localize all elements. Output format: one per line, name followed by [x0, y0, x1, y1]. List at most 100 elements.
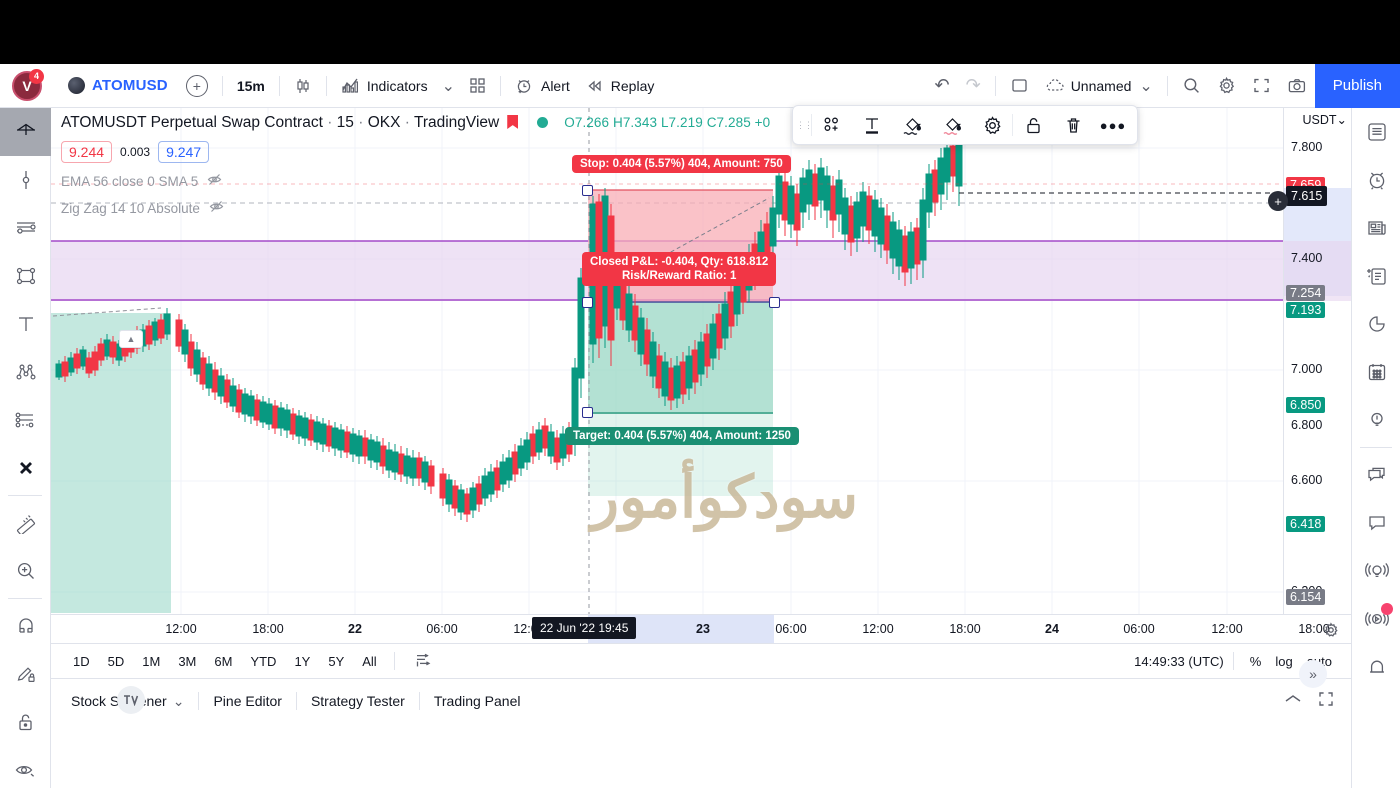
candles-icon	[294, 77, 312, 95]
range-button-3m[interactable]: 3M	[170, 650, 204, 673]
hotlist-icon[interactable]	[1352, 300, 1400, 348]
alerts-icon[interactable]	[1352, 156, 1400, 204]
alert-button[interactable]: Alert	[507, 70, 578, 102]
indicator-row-zigzag[interactable]: Zig Zag 14 10 Absolute	[61, 199, 770, 217]
ask-price[interactable]: 9.247	[158, 141, 210, 163]
rectangle-tool[interactable]	[0, 252, 51, 300]
indicators-dropdown[interactable]: ⌄	[436, 70, 461, 102]
measure-tool[interactable]	[0, 499, 51, 547]
drawing-mode-tool[interactable]	[0, 650, 51, 698]
range-button-1m[interactable]: 1M	[134, 650, 168, 673]
expand-panel-button[interactable]	[1317, 690, 1335, 713]
prediction-icon	[15, 412, 33, 428]
lock-drawings-tool[interactable]	[0, 698, 51, 746]
cross-line-tool[interactable]	[0, 108, 51, 156]
indicators-button[interactable]: Indicators	[333, 70, 436, 102]
range-button-1y[interactable]: 1Y	[286, 650, 318, 673]
range-button-all[interactable]: All	[354, 650, 384, 673]
entry-handle-right[interactable]	[769, 297, 780, 308]
remove-tool[interactable]	[0, 444, 51, 492]
collapse-panel-button[interactable]	[1283, 692, 1303, 711]
watchlist-icon[interactable]	[1352, 108, 1400, 156]
legend-title[interactable]: ATOMUSDT Perpetual Swap Contract · 15 · …	[61, 114, 770, 132]
redo-button[interactable]: ↷	[958, 70, 989, 102]
rail-divider	[8, 495, 42, 496]
entry-handle-left[interactable]	[582, 297, 593, 308]
add-object-icon[interactable]	[812, 106, 852, 144]
time-axis[interactable]: 12:00 18:00 22 06:00 12:00 23 06:00 12:0…	[51, 614, 1351, 644]
text-style-icon[interactable]	[852, 106, 892, 144]
target-handle[interactable]	[582, 407, 593, 418]
stop-handle[interactable]	[582, 185, 593, 196]
percent-scale-button[interactable]: %	[1243, 650, 1269, 673]
floating-drawing-toolbar[interactable]: ⋮⋮ ●●●	[792, 105, 1138, 145]
timeframe-button[interactable]: 15m	[229, 70, 273, 102]
chat-icon[interactable]	[1352, 451, 1400, 499]
pattern-tool[interactable]	[0, 348, 51, 396]
more-options-icon[interactable]: ●●●	[1093, 106, 1133, 144]
private-chat-icon[interactable]	[1352, 499, 1400, 547]
news-icon[interactable]	[1352, 204, 1400, 252]
gear-icon[interactable]	[972, 106, 1012, 144]
range-button-5y[interactable]: 5Y	[320, 650, 352, 673]
bid-price[interactable]: 9.244	[61, 141, 113, 163]
target-label[interactable]: Target: 0.404 (5.57%) 404, Amount: 1250	[565, 427, 799, 445]
fill-color-light-icon[interactable]	[932, 106, 972, 144]
goto-date-button[interactable]	[406, 647, 440, 675]
indicator-row-ema[interactable]: EMA 56 close 0 SMA 5	[61, 172, 770, 190]
eye-off-icon[interactable]	[209, 199, 224, 217]
expand-panel-button[interactable]: »	[1299, 660, 1327, 688]
trash-icon[interactable]	[1053, 106, 1093, 144]
closed-pl-label[interactable]: Closed P&L: -0.404, Qty: 618.812 Risk/Re…	[582, 252, 777, 286]
magnet-tool[interactable]	[0, 602, 51, 650]
layout-select-button[interactable]	[1002, 70, 1037, 102]
log-scale-button[interactable]: log	[1268, 650, 1299, 673]
time-axis-settings-button[interactable]	[1323, 622, 1339, 643]
add-alert-button[interactable]: +	[1268, 191, 1288, 211]
camera-icon	[1287, 77, 1307, 95]
chart-pane[interactable]: سودكوأمور Stop: 0.404 (5.57%) 404, Amoun…	[51, 108, 1351, 788]
text-tool[interactable]	[0, 300, 51, 348]
undo-button[interactable]: ↶	[927, 70, 958, 102]
tab-pine-editor[interactable]: Pine Editor	[199, 679, 295, 723]
indicator-ema-label: EMA 56 close 0 SMA 5	[61, 173, 199, 189]
range-button-1d[interactable]: 1D	[65, 650, 98, 673]
unlock-icon[interactable]	[1013, 106, 1053, 144]
ideas-icon[interactable]	[1352, 396, 1400, 444]
fill-color-dark-icon[interactable]	[892, 106, 932, 144]
trend-line-tool[interactable]	[0, 156, 51, 204]
range-button-6m[interactable]: 6M	[206, 650, 240, 673]
snapshot-button[interactable]	[1279, 70, 1315, 102]
legend-collapse-button[interactable]: ▲	[119, 330, 143, 348]
prediction-tool[interactable]	[0, 396, 51, 444]
fib-retracement-tool[interactable]	[0, 204, 51, 252]
rail-divider	[1360, 447, 1392, 448]
publish-button[interactable]: Publish	[1314, 63, 1400, 108]
range-button-5d[interactable]: 5D	[100, 650, 133, 673]
grip-handle-icon[interactable]: ⋮⋮	[796, 120, 813, 129]
chart-settings-button[interactable]	[1209, 70, 1244, 102]
broadcast-icon[interactable]	[1352, 547, 1400, 595]
save-layout-button[interactable]: Unnamed ⌄	[1037, 70, 1161, 102]
tab-trading-panel[interactable]: Trading Panel	[420, 679, 535, 723]
data-window-icon[interactable]	[1352, 252, 1400, 300]
range-button-ytd[interactable]: YTD	[242, 650, 284, 673]
chart-type-button[interactable]	[286, 70, 320, 102]
replay-button[interactable]: Replay	[578, 70, 663, 102]
add-symbol-button[interactable]: +	[185, 74, 208, 97]
symbol-search-button[interactable]: ATOMUSD	[60, 70, 176, 102]
hide-drawings-tool[interactable]	[0, 746, 51, 788]
stop-label[interactable]: Stop: 0.404 (5.57%) 404, Amount: 750	[572, 155, 791, 173]
price-axis[interactable]: USDT⌄ 7.800 7.400 7.000 6.800 6.600 6.20…	[1268, 108, 1351, 614]
search-button[interactable]	[1174, 70, 1209, 102]
calendar-icon[interactable]	[1352, 348, 1400, 396]
zoom-in-tool[interactable]	[0, 547, 51, 595]
fullscreen-button[interactable]	[1244, 70, 1279, 102]
tab-strategy-tester[interactable]: Strategy Tester	[297, 679, 419, 723]
price-unit-selector[interactable]: USDT⌄	[1302, 112, 1347, 127]
stream-icon[interactable]	[1352, 595, 1400, 643]
eye-off-icon[interactable]	[207, 172, 222, 190]
avatar[interactable]: V 4	[12, 68, 44, 101]
notifications-icon[interactable]	[1352, 643, 1400, 691]
templates-button[interactable]	[461, 70, 494, 102]
